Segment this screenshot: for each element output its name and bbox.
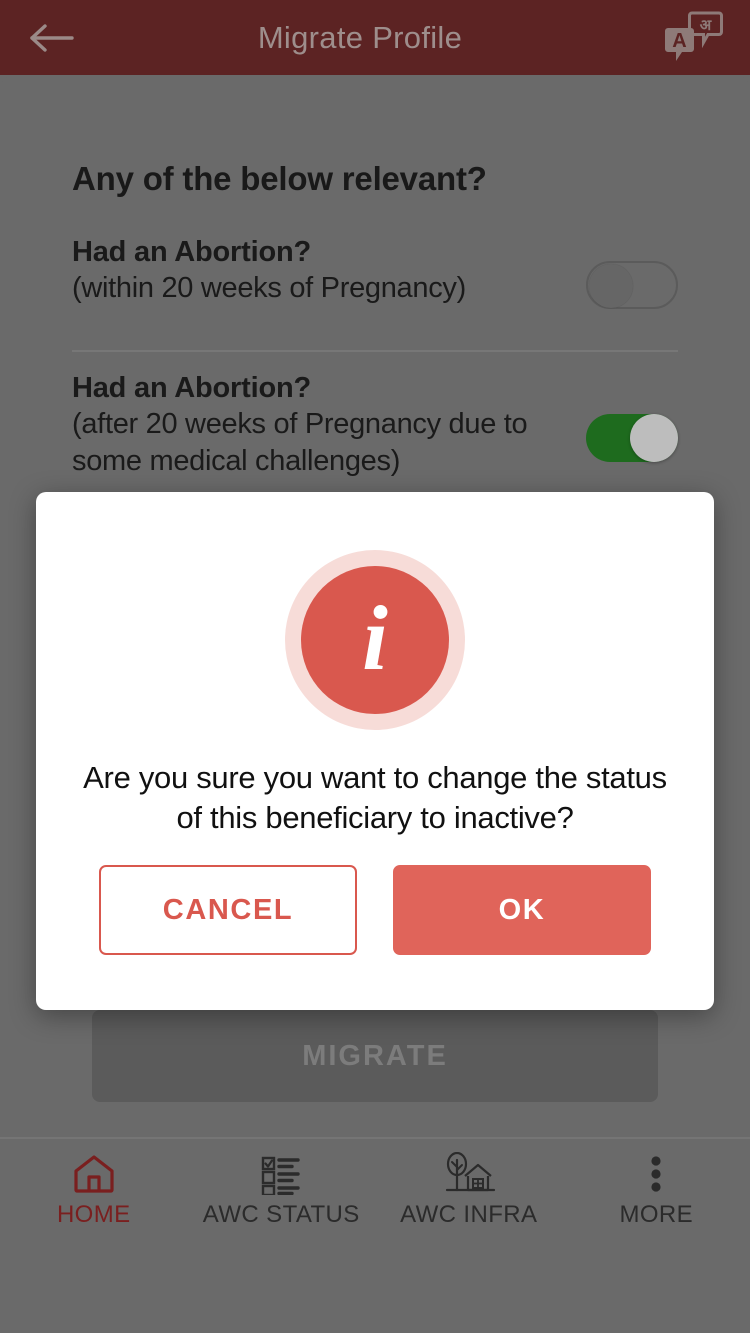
nav-label: MORE: [619, 1201, 694, 1228]
question-text: Had an Abortion? (within 20 weeks of Pre…: [72, 235, 572, 307]
ok-button[interactable]: OK: [393, 865, 651, 956]
nav-item-awc-infra[interactable]: AWC INFRA: [375, 1139, 563, 1235]
checklist-icon: [259, 1151, 303, 1197]
dialog-actions: CANCEL OK: [99, 865, 651, 956]
confirmation-dialog: i Are you sure you want to change the st…: [36, 492, 714, 1010]
svg-text:A: A: [672, 30, 686, 52]
translate-icon[interactable]: अ A: [662, 10, 724, 66]
question-sublabel: (after 20 weeks of Pregnancy due to some…: [72, 408, 528, 477]
question-row-abortion-within-20-weeks: Had an Abortion? (within 20 weeks of Pre…: [72, 235, 678, 307]
toggle-abortion-after-20-weeks[interactable]: [586, 414, 678, 462]
section-title: Any of the below relevant?: [72, 160, 487, 197]
nav-item-home[interactable]: HOME: [0, 1139, 188, 1235]
cancel-button[interactable]: CANCEL: [99, 865, 357, 956]
question-label: Had an Abortion?: [72, 372, 311, 404]
tree-house-icon: [441, 1151, 497, 1197]
toggle-knob: [630, 414, 678, 462]
bottom-navigation: HOME AWC STATUS AWC INFRA MORE: [0, 1137, 750, 1235]
question-row-abortion-after-20-weeks: Had an Abortion? (after 20 weeks of Preg…: [72, 371, 678, 479]
svg-text:अ: अ: [700, 17, 712, 34]
toggle-abortion-within-20-weeks[interactable]: [586, 261, 678, 309]
info-icon: i: [301, 566, 449, 714]
row-divider: [72, 350, 678, 352]
migrate-button[interactable]: MIGRATE: [92, 1010, 658, 1102]
info-icon-glyph: i: [362, 587, 388, 689]
nav-label: HOME: [56, 1201, 131, 1228]
info-icon-ring: i: [285, 550, 465, 730]
dialog-message: Are you sure you want to change the stat…: [83, 760, 667, 835]
question-sublabel: (within 20 weeks of Pregnancy): [72, 272, 466, 305]
app-header: Migrate Profile अ A: [0, 0, 750, 75]
nav-label: AWC INFRA: [400, 1201, 538, 1228]
question-text: Had an Abortion? (after 20 weeks of Preg…: [72, 371, 572, 479]
nav-item-more[interactable]: MORE: [563, 1139, 750, 1235]
nav-label: AWC STATUS: [202, 1201, 360, 1228]
home-icon: [72, 1151, 116, 1197]
page-title: Migrate Profile: [257, 19, 463, 55]
toggle-knob: [589, 264, 633, 308]
app-screen: Migrate Profile अ A Any of the below rel…: [0, 0, 750, 1333]
more-vertical-icon: [648, 1151, 664, 1197]
question-label: Had an Abortion?: [72, 236, 311, 268]
nav-item-awc-status[interactable]: AWC STATUS: [188, 1139, 376, 1235]
